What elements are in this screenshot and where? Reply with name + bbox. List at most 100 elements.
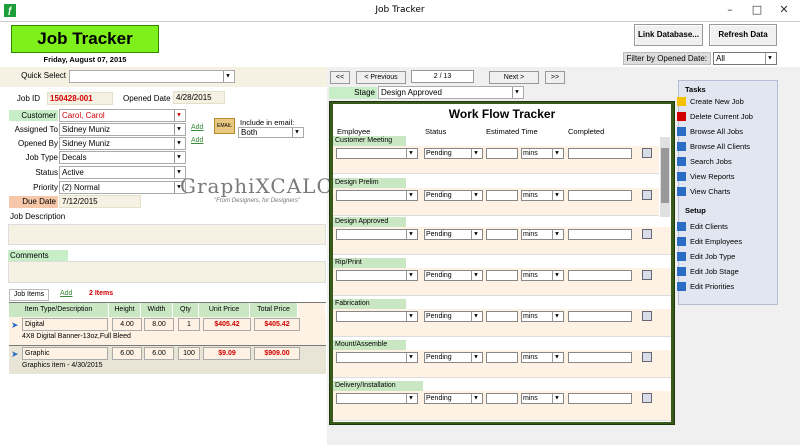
item-width[interactable]: 8.00 bbox=[144, 318, 174, 331]
item-unit-price[interactable]: $405.42 bbox=[203, 318, 251, 331]
item-qty[interactable]: 1 bbox=[178, 318, 200, 331]
stage-status-select[interactable]: Pending bbox=[424, 311, 483, 322]
chevron-down-icon[interactable] bbox=[552, 312, 563, 321]
chevron-down-icon[interactable] bbox=[174, 110, 185, 121]
include-email-select[interactable]: Both bbox=[238, 127, 304, 138]
item-qty[interactable]: 100 bbox=[178, 347, 200, 360]
stage-select[interactable]: Design Approved bbox=[378, 86, 524, 99]
item-total-price[interactable]: $405.42 bbox=[254, 318, 300, 331]
opened-by-select[interactable]: Sidney Muniz bbox=[59, 137, 186, 150]
due-date-field[interactable]: 7/12/2015 bbox=[59, 195, 141, 208]
chevron-down-icon[interactable] bbox=[471, 230, 482, 239]
stage-unit-select[interactable]: mins bbox=[521, 229, 564, 240]
add-opened-by-link[interactable]: Add bbox=[191, 137, 203, 144]
chevron-down-icon[interactable] bbox=[765, 53, 776, 64]
setup-item[interactable]: Edit Priorities bbox=[677, 281, 734, 292]
stage-employee-select[interactable] bbox=[336, 393, 418, 404]
task-item[interactable]: Browse All Jobs bbox=[677, 126, 743, 137]
calendar-icon[interactable] bbox=[642, 311, 652, 321]
stage-time-input[interactable] bbox=[486, 229, 518, 240]
app-logo-button[interactable]: Job Tracker bbox=[11, 25, 159, 53]
chevron-down-icon[interactable] bbox=[552, 394, 563, 403]
stage-time-input[interactable] bbox=[486, 148, 518, 159]
chevron-down-icon[interactable] bbox=[552, 149, 563, 158]
calendar-icon[interactable] bbox=[642, 352, 652, 362]
workflow-scroll-thumb[interactable] bbox=[661, 148, 669, 203]
chevron-down-icon[interactable] bbox=[552, 191, 563, 200]
first-record-button[interactable]: << bbox=[330, 71, 350, 84]
priority-select[interactable]: (2) Normal bbox=[59, 181, 186, 194]
stage-time-input[interactable] bbox=[486, 311, 518, 322]
item-type[interactable]: Digital bbox=[22, 318, 108, 331]
chevron-down-icon[interactable] bbox=[174, 124, 185, 135]
stage-time-input[interactable] bbox=[486, 270, 518, 281]
task-item[interactable]: Search Jobs bbox=[677, 156, 732, 167]
chevron-down-icon[interactable] bbox=[174, 152, 185, 163]
arrow-right-icon[interactable]: ➤ bbox=[11, 320, 19, 331]
add-item-link[interactable]: Add bbox=[60, 290, 72, 297]
item-height[interactable]: 4.00 bbox=[112, 318, 142, 331]
chevron-down-icon[interactable] bbox=[552, 353, 563, 362]
item-height[interactable]: 6.00 bbox=[112, 347, 142, 360]
task-item[interactable]: View Charts bbox=[677, 186, 730, 197]
stage-unit-select[interactable]: mins bbox=[521, 190, 564, 201]
chevron-down-icon[interactable] bbox=[292, 128, 303, 137]
stage-status-select[interactable]: Pending bbox=[424, 229, 483, 240]
job-id-field[interactable]: 150428-001 bbox=[47, 92, 113, 105]
stage-employee-select[interactable] bbox=[336, 270, 418, 281]
job-type-select[interactable]: Decals bbox=[59, 151, 186, 164]
task-item[interactable]: View Reports bbox=[677, 171, 734, 182]
stage-status-select[interactable]: Pending bbox=[424, 352, 483, 363]
quick-select-input[interactable] bbox=[69, 70, 235, 83]
stage-employee-select[interactable] bbox=[336, 148, 418, 159]
chevron-down-icon[interactable] bbox=[223, 71, 234, 82]
chevron-down-icon[interactable] bbox=[406, 230, 417, 239]
previous-button[interactable]: < Previous bbox=[356, 71, 406, 84]
stage-time-input[interactable] bbox=[486, 393, 518, 404]
chevron-down-icon[interactable] bbox=[406, 312, 417, 321]
stage-status-select[interactable]: Pending bbox=[424, 190, 483, 201]
comments-field[interactable] bbox=[8, 261, 326, 283]
refresh-data-button[interactable]: Refresh Data bbox=[709, 24, 777, 46]
stage-completed-input[interactable] bbox=[568, 229, 632, 240]
stage-status-select[interactable]: Pending bbox=[424, 270, 483, 281]
link-database-button[interactable]: Link Database... bbox=[634, 24, 703, 46]
stage-unit-select[interactable]: mins bbox=[521, 148, 564, 159]
assigned-to-select[interactable]: Sidney Muniz bbox=[59, 123, 186, 136]
stage-unit-select[interactable]: mins bbox=[521, 352, 564, 363]
chevron-down-icon[interactable] bbox=[406, 149, 417, 158]
chevron-down-icon[interactable] bbox=[174, 138, 185, 149]
item-width[interactable]: 6.00 bbox=[144, 347, 174, 360]
chevron-down-icon[interactable] bbox=[406, 353, 417, 362]
calendar-icon[interactable] bbox=[642, 393, 652, 403]
arrow-right-icon[interactable]: ➤ bbox=[11, 349, 19, 360]
stage-completed-input[interactable] bbox=[568, 190, 632, 201]
chevron-down-icon[interactable] bbox=[471, 312, 482, 321]
stage-completed-input[interactable] bbox=[568, 311, 632, 322]
item-unit-price[interactable]: $9.09 bbox=[203, 347, 251, 360]
stage-unit-select[interactable]: mins bbox=[521, 270, 564, 281]
chevron-down-icon[interactable] bbox=[471, 394, 482, 403]
task-item[interactable]: Create New Job bbox=[677, 96, 744, 107]
chevron-down-icon[interactable] bbox=[471, 149, 482, 158]
opened-date-field[interactable]: 4/28/2015 bbox=[173, 91, 225, 104]
stage-status-select[interactable]: Pending bbox=[424, 393, 483, 404]
chevron-down-icon[interactable] bbox=[552, 230, 563, 239]
chevron-down-icon[interactable] bbox=[471, 271, 482, 280]
stage-time-input[interactable] bbox=[486, 190, 518, 201]
email-icon[interactable]: EMAIL bbox=[214, 118, 235, 134]
stage-completed-input[interactable] bbox=[568, 148, 632, 159]
stage-completed-input[interactable] bbox=[568, 352, 632, 363]
item-description[interactable]: 4X8 Digital Banner-13oz,Full Bleed bbox=[22, 333, 182, 340]
setup-item[interactable]: Edit Job Stage bbox=[677, 266, 739, 277]
stage-employee-select[interactable] bbox=[336, 229, 418, 240]
chevron-down-icon[interactable] bbox=[406, 394, 417, 403]
filter-date-select[interactable]: All bbox=[713, 52, 777, 65]
last-record-button[interactable]: >> bbox=[545, 71, 565, 84]
task-item[interactable]: Browse All Clients bbox=[677, 141, 750, 152]
stage-unit-select[interactable]: mins bbox=[521, 311, 564, 322]
stage-completed-input[interactable] bbox=[568, 393, 632, 404]
job-description-field[interactable] bbox=[8, 224, 326, 245]
item-description[interactable]: Graphics item - 4/30/2015 bbox=[22, 362, 182, 369]
task-item[interactable]: Delete Current Job bbox=[677, 111, 753, 122]
